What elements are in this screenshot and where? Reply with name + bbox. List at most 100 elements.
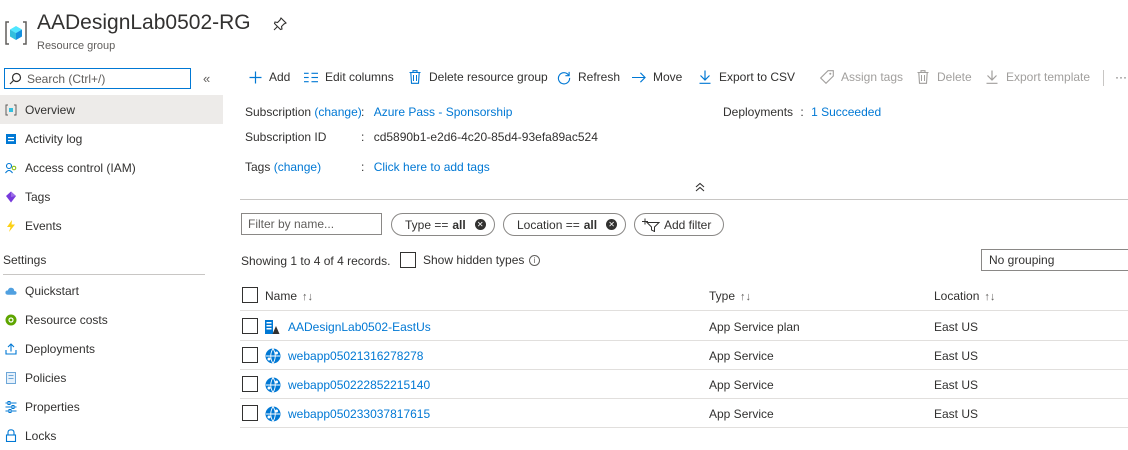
sidebar-item-overview[interactable]: Overview	[0, 95, 223, 124]
resource-name-link[interactable]: webapp05021316278278	[288, 349, 423, 363]
location-filter-pill[interactable]: Location == all ✕	[503, 213, 627, 236]
add-tags-link[interactable]: Click here to add tags	[374, 160, 490, 174]
tag-outline-icon	[820, 70, 834, 84]
resource-name-link[interactable]: webapp050233037817615	[288, 407, 430, 421]
delete-resource-group-button[interactable]: Delete resource group	[408, 70, 548, 84]
sidebar-divider	[3, 274, 205, 275]
subscription-label: Subscription	[245, 105, 312, 119]
resource-name-link[interactable]: webapp050222852215140	[288, 378, 430, 392]
edit-columns-label: Edit columns	[325, 70, 394, 84]
search-input[interactable]	[22, 71, 172, 86]
filter-by-name-input[interactable]	[241, 213, 382, 235]
add-filter-button[interactable]: Add filter	[634, 213, 725, 236]
sidebar-item-label: Quickstart	[25, 283, 80, 298]
export-template-label: Export template	[1006, 70, 1091, 84]
sidebar-item-events[interactable]: Events	[0, 211, 223, 240]
row-checkbox[interactable]	[242, 376, 258, 392]
type-filter-pill[interactable]: Type == all ✕	[391, 213, 495, 236]
app-service-plan-icon	[265, 320, 280, 334]
iam-icon	[5, 162, 17, 174]
cost-icon	[5, 314, 17, 326]
sidebar-item-properties[interactable]: Properties	[0, 392, 223, 421]
select-all-checkbox[interactable]	[242, 287, 258, 303]
sidebar-item-label: Activity log	[25, 131, 83, 146]
cloud-icon	[5, 285, 17, 297]
essentials-divider	[240, 199, 1128, 200]
app-service-icon	[265, 377, 281, 393]
export-template-button[interactable]: Export template	[985, 70, 1090, 84]
location-filter-value: all	[583, 217, 598, 232]
download-icon	[698, 70, 712, 84]
sidebar-item-label: Overview	[25, 102, 76, 117]
plus-icon	[248, 70, 262, 84]
deployments-link[interactable]: 1 Succeeded	[811, 105, 881, 119]
show-hidden-label: Show hidden types	[423, 253, 525, 267]
move-button[interactable]: Move	[632, 70, 682, 84]
separator: :	[361, 105, 365, 119]
tags-label-group: Tags (change)	[245, 160, 321, 174]
change-tags-link[interactable]: (change)	[274, 160, 321, 174]
sidebar-item-label: Events	[25, 218, 62, 233]
delete-label: Delete	[937, 70, 972, 84]
tags-label: Tags	[245, 160, 271, 174]
subscription-link[interactable]: Azure Pass - Sponsorship	[374, 105, 513, 119]
sidebar-item-deployments[interactable]: Deployments	[0, 334, 223, 363]
show-hidden-checkbox[interactable]	[400, 252, 416, 268]
subscription-id-label: Subscription ID	[245, 130, 327, 144]
close-icon[interactable]: ✕	[474, 219, 486, 230]
info-icon[interactable]: i	[529, 255, 540, 266]
refresh-button[interactable]: Refresh	[557, 70, 620, 84]
sidebar-item-locks[interactable]: Locks	[0, 421, 223, 450]
column-location-label: Location	[934, 289, 980, 303]
delete-button[interactable]: Delete	[916, 70, 972, 84]
pin-icon[interactable]	[272, 16, 288, 32]
more-options-button[interactable]: ···	[1115, 70, 1127, 84]
resource-type: App Service	[709, 349, 774, 363]
refresh-icon	[557, 70, 571, 84]
row-divider	[240, 427, 1128, 428]
add-filter-label: Add filter	[664, 217, 712, 232]
sidebar-item-resource-costs[interactable]: Resource costs	[0, 305, 223, 334]
add-label: Add	[269, 70, 291, 84]
sidebar-item-activity-log[interactable]: Activity log	[0, 124, 223, 153]
sidebar-item-quickstart[interactable]: Quickstart	[0, 276, 223, 305]
type-filter-prefix: Type ==	[405, 217, 449, 232]
column-header-type[interactable]: Type ↑↓	[709, 289, 751, 303]
close-icon[interactable]: ✕	[606, 219, 618, 230]
sidebar-search[interactable]	[4, 68, 191, 89]
sidebar-item-label: Tags	[25, 189, 51, 204]
change-subscription-link[interactable]: (change)	[314, 105, 361, 119]
row-checkbox[interactable]	[242, 347, 258, 363]
column-header-name[interactable]: Name ↑↓	[265, 289, 313, 303]
activity-log-icon	[5, 133, 17, 145]
collapse-sidebar-button[interactable]: «	[203, 71, 210, 86]
edit-columns-button[interactable]: Edit columns	[304, 70, 394, 84]
refresh-label: Refresh	[578, 70, 621, 84]
chevron-up-icon[interactable]	[694, 181, 706, 193]
column-type-label: Type	[709, 289, 736, 303]
add-button[interactable]: Add	[248, 70, 290, 84]
trash-icon	[916, 70, 930, 84]
row-divider	[240, 369, 1128, 370]
column-header-location[interactable]: Location ↑↓	[934, 289, 995, 303]
sidebar-item-iam[interactable]: Access control (IAM)	[0, 153, 223, 182]
assign-tags-button[interactable]: Assign tags	[820, 70, 903, 84]
search-icon	[9, 72, 22, 85]
grouping-dropdown[interactable]: No grouping	[981, 249, 1128, 271]
sidebar-item-policies[interactable]: Policies	[0, 363, 223, 392]
resource-type: App Service plan	[709, 320, 800, 334]
export-csv-button[interactable]: Export to CSV	[698, 70, 795, 84]
sidebar-item-label: Properties	[25, 399, 80, 414]
resource-type: App Service	[709, 407, 774, 421]
resource-name-link[interactable]: AADesignLab0502-EastUs	[288, 320, 431, 334]
subscription-id-group: : cd5890b1-e2d6-4c20-85d4-93efa89ac524	[361, 130, 598, 144]
overview-icon	[5, 104, 17, 116]
delete-resource-group-label: Delete resource group	[429, 70, 548, 84]
sort-icon: ↑↓	[302, 291, 314, 303]
sidebar-item-tags[interactable]: Tags	[0, 182, 223, 211]
row-checkbox[interactable]	[242, 405, 258, 421]
sidebar-item-label: Access control (IAM)	[25, 160, 136, 175]
tags-value-group: : Click here to add tags	[361, 160, 490, 174]
columns-icon	[304, 70, 318, 84]
row-checkbox[interactable]	[242, 318, 258, 334]
